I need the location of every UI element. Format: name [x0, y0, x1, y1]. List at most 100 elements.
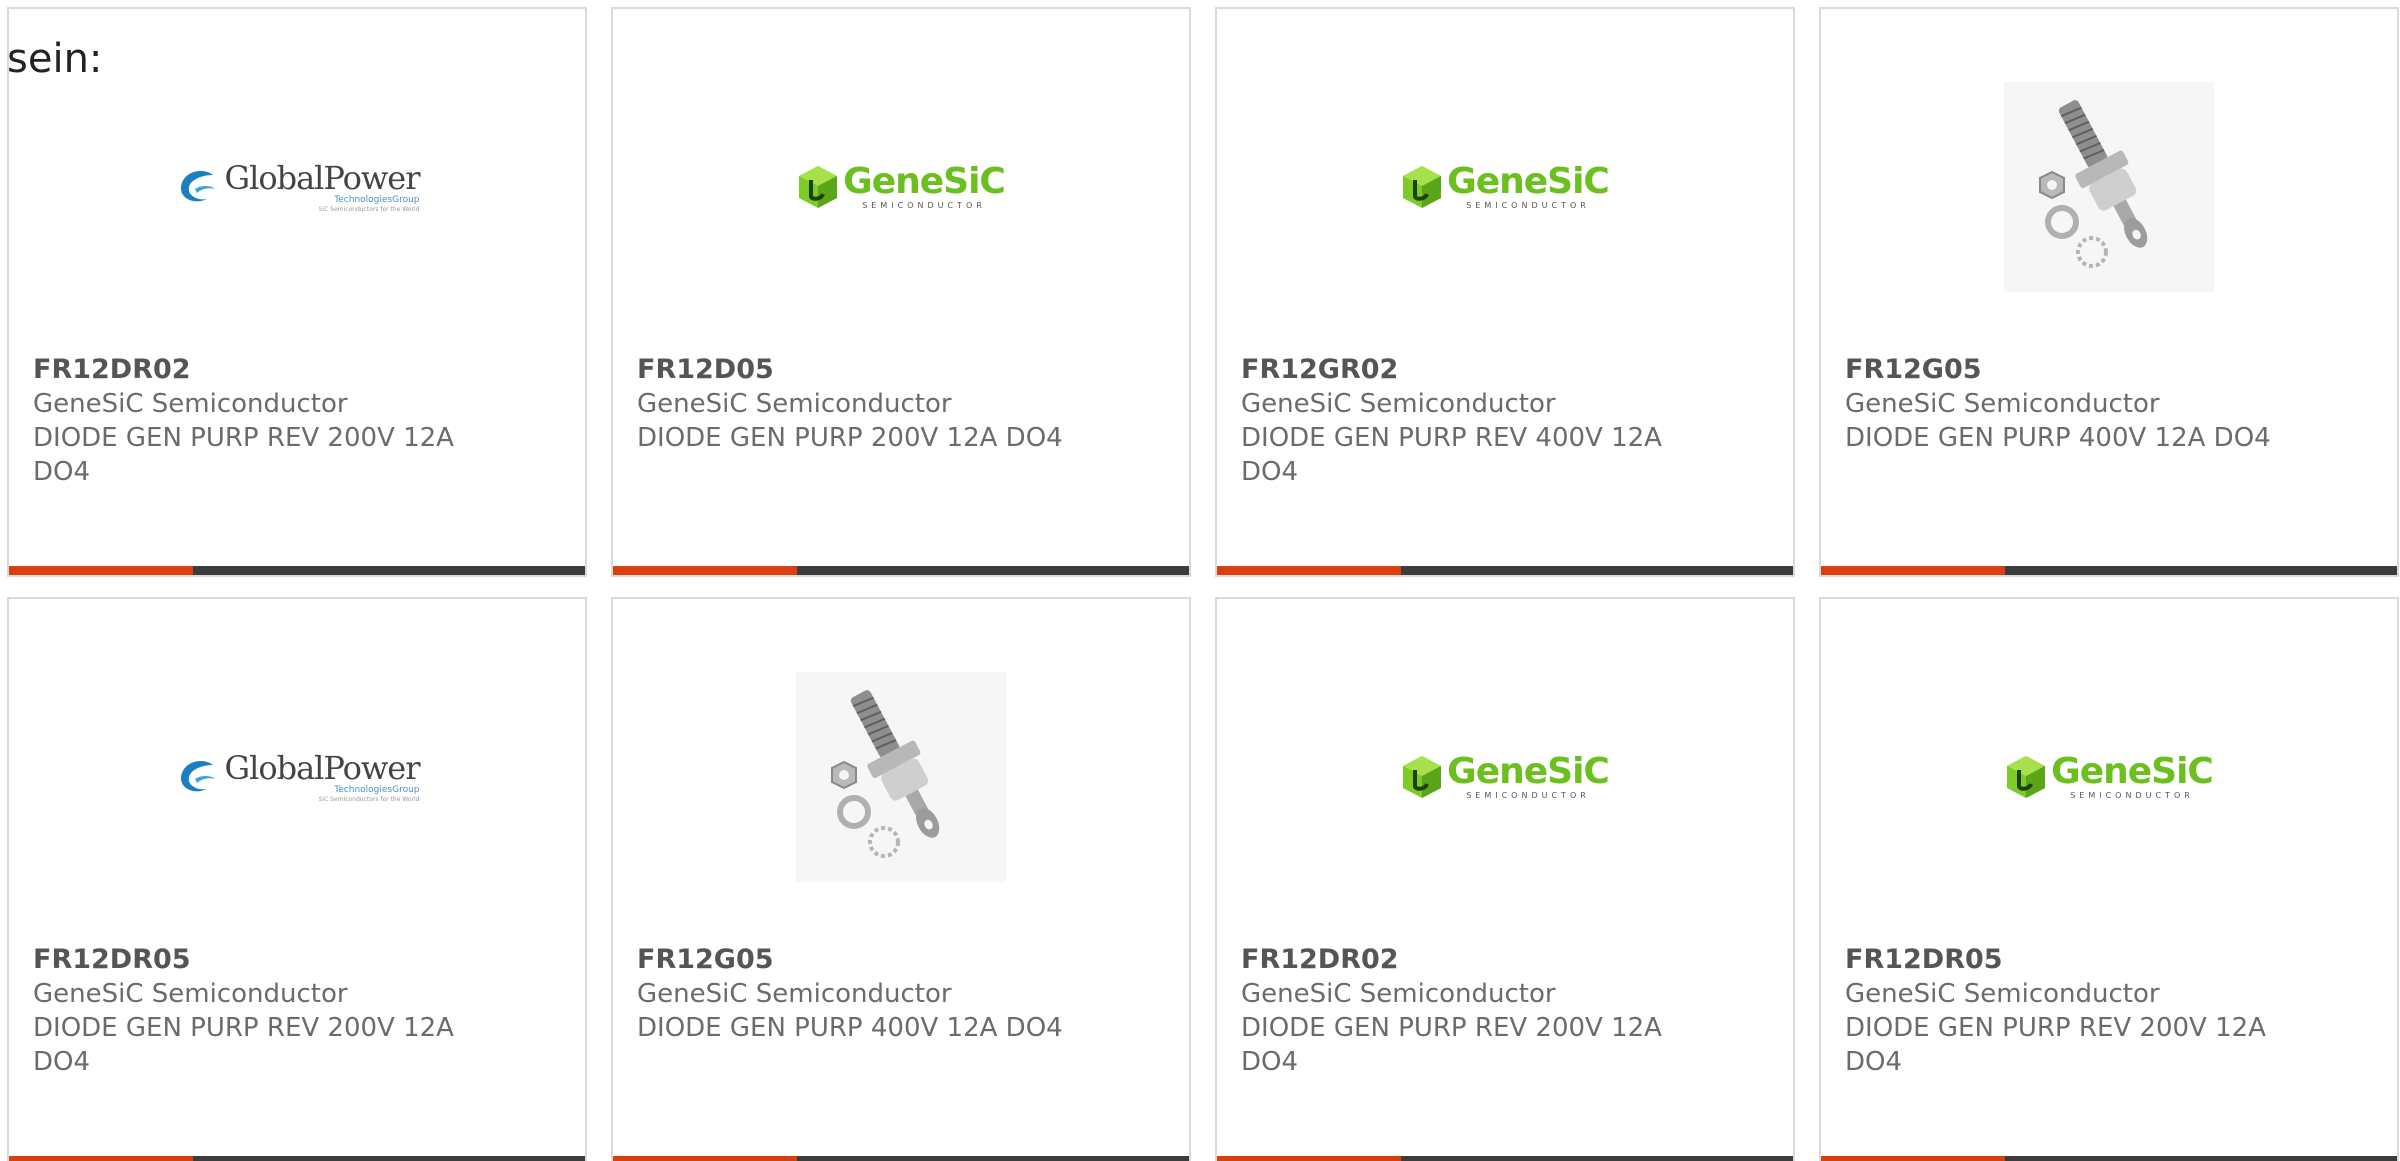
card-accent-bar [9, 566, 585, 575]
bar-accent-segment [9, 1156, 193, 1161]
product-description: DIODE GEN PURP 200V 12A DO4 [637, 423, 1063, 453]
product-info: FR12DR05 GeneSiC Semiconductor DIODE GEN… [33, 943, 493, 1079]
product-card[interactable]: FR12G05 GeneSiC Semiconductor DIODE GEN … [1819, 7, 2399, 577]
product-image[interactable]: GeneSiC SEMICONDUCTOR [1395, 667, 1615, 887]
manufacturer-name: GeneSiC Semiconductor [637, 979, 952, 1009]
bar-accent-segment [9, 566, 193, 575]
product-image[interactable] [1999, 77, 2219, 297]
part-number[interactable]: FR12DR05 [33, 943, 493, 977]
genesic-logo: GeneSiC SEMICONDUCTOR [1401, 751, 1610, 801]
logo-name: GeneSiC [1447, 161, 1610, 202]
bar-accent-segment [613, 566, 797, 575]
product-description: DIODE GEN PURP 400V 12A DO4 [637, 1013, 1063, 1043]
bar-rest-segment [1401, 566, 1793, 575]
product-info: FR12DR02 GeneSiC Semiconductor DIODE GEN… [1241, 943, 1701, 1079]
part-number[interactable]: FR12DR02 [33, 353, 493, 387]
product-description: DIODE GEN PURP REV 200V 12A DO4 [1845, 1013, 2266, 1077]
manufacturer-name: GeneSiC Semiconductor [1241, 389, 1556, 419]
card-accent-bar [613, 1156, 1189, 1161]
manufacturer-name: GeneSiC Semiconductor [33, 389, 348, 419]
intro-text: sein: [7, 36, 103, 82]
product-description: DIODE GEN PURP 400V 12A DO4 [1845, 423, 2271, 453]
globalpower-logo: GlobalPower TechnologiesGroup SiC Semico… [175, 751, 420, 804]
product-image[interactable]: GeneSiC SEMICONDUCTOR [1999, 667, 2219, 887]
logo-subtitle: TechnologiesGroup [334, 784, 420, 795]
product-card[interactable]: GeneSiC SEMICONDUCTOR FR12DR05 GeneSiC S… [1819, 597, 2399, 1161]
card-accent-bar [1217, 566, 1793, 575]
card-accent-bar [1821, 566, 2397, 575]
part-number[interactable]: FR12G05 [637, 943, 1097, 977]
logo-tagline: SiC Semiconductors for the World [318, 795, 420, 803]
manufacturer-name: GeneSiC Semiconductor [1845, 389, 2160, 419]
manufacturer-name: GeneSiC Semiconductor [637, 389, 952, 419]
product-card[interactable]: GeneSiC SEMICONDUCTOR FR12GR02 GeneSiC S… [1215, 7, 1795, 577]
diode-photo [2004, 82, 2214, 292]
logo-name: GeneSiC [1447, 751, 1610, 792]
logo-name: GeneSiC [2051, 751, 2214, 792]
card-accent-bar [1821, 1156, 2397, 1161]
globalpower-logo: GlobalPower TechnologiesGroup SiC Semico… [175, 161, 420, 214]
part-number[interactable]: FR12GR02 [1241, 353, 1701, 387]
card-accent-bar [9, 1156, 585, 1161]
manufacturer-name: GeneSiC Semiconductor [33, 979, 348, 1009]
product-info: FR12GR02 GeneSiC Semiconductor DIODE GEN… [1241, 353, 1701, 489]
genesic-cube-icon [2007, 756, 2046, 798]
bar-accent-segment [1821, 566, 2005, 575]
bar-rest-segment [797, 566, 1189, 575]
logo-subtitle: SEMICONDUCTOR [862, 201, 986, 210]
bar-rest-segment [193, 1156, 585, 1161]
logo-subtitle: SEMICONDUCTOR [1466, 791, 1590, 800]
product-card[interactable]: GeneSiC SEMICONDUCTOR FR12DR02 GeneSiC S… [1215, 597, 1795, 1161]
globalpower-swoosh-icon [180, 171, 215, 202]
page: sein: GlobalPower TechnologiesGroup SiC … [0, 0, 2400, 1161]
logo-subtitle: SEMICONDUCTOR [2070, 791, 2194, 800]
product-description: DIODE GEN PURP REV 200V 12A DO4 [1241, 1013, 1662, 1077]
bar-rest-segment [797, 1156, 1189, 1161]
product-description: DIODE GEN PURP REV 200V 12A DO4 [33, 423, 454, 487]
product-image[interactable]: GlobalPower TechnologiesGroup SiC Semico… [180, 77, 420, 297]
bar-rest-segment [1401, 1156, 1793, 1161]
product-info: FR12G05 GeneSiC Semiconductor DIODE GEN … [1845, 353, 2305, 455]
bar-accent-segment [613, 1156, 797, 1161]
bar-rest-segment [2005, 566, 2397, 575]
part-number[interactable]: FR12G05 [1845, 353, 2305, 387]
product-info: FR12DR05 GeneSiC Semiconductor DIODE GEN… [1845, 943, 2305, 1079]
genesic-logo: GeneSiC SEMICONDUCTOR [797, 161, 1006, 211]
part-number[interactable]: FR12D05 [637, 353, 1097, 387]
product-image[interactable] [791, 667, 1011, 887]
logo-name: GlobalPower [224, 158, 421, 197]
part-number[interactable]: FR12DR05 [1845, 943, 2305, 977]
bar-rest-segment [193, 566, 585, 575]
card-accent-bar [613, 566, 1189, 575]
genesic-cube-icon [1403, 166, 1442, 208]
bar-accent-segment [1217, 1156, 1401, 1161]
product-info: FR12DR02 GeneSiC Semiconductor DIODE GEN… [33, 353, 493, 489]
genesic-logo: GeneSiC SEMICONDUCTOR [2005, 751, 2214, 801]
genesic-cube-icon [1403, 756, 1442, 798]
bar-accent-segment [1821, 1156, 2005, 1161]
logo-name: GeneSiC [843, 161, 1006, 202]
product-description: DIODE GEN PURP REV 200V 12A DO4 [33, 1013, 454, 1077]
logo-subtitle: TechnologiesGroup [334, 194, 420, 205]
card-accent-bar [1217, 1156, 1793, 1161]
genesic-cube-icon [799, 166, 838, 208]
product-image[interactable]: GeneSiC SEMICONDUCTOR [791, 77, 1011, 297]
manufacturer-name: GeneSiC Semiconductor [1241, 979, 1556, 1009]
product-info: FR12D05 GeneSiC Semiconductor DIODE GEN … [637, 353, 1097, 455]
diode-photo [796, 672, 1006, 882]
product-card[interactable]: GeneSiC SEMICONDUCTOR FR12D05 GeneSiC Se… [611, 7, 1191, 577]
manufacturer-name: GeneSiC Semiconductor [1845, 979, 2160, 1009]
product-card[interactable]: GlobalPower TechnologiesGroup SiC Semico… [7, 597, 587, 1161]
genesic-logo: GeneSiC SEMICONDUCTOR [1401, 161, 1610, 211]
product-card[interactable]: GlobalPower TechnologiesGroup SiC Semico… [7, 7, 587, 577]
globalpower-swoosh-icon [180, 761, 215, 792]
bar-rest-segment [2005, 1156, 2397, 1161]
part-number[interactable]: FR12DR02 [1241, 943, 1701, 977]
product-image[interactable]: GlobalPower TechnologiesGroup SiC Semico… [180, 667, 420, 887]
product-card[interactable]: FR12G05 GeneSiC Semiconductor DIODE GEN … [611, 597, 1191, 1161]
product-grid: GlobalPower TechnologiesGroup SiC Semico… [7, 7, 2399, 1161]
product-info: FR12G05 GeneSiC Semiconductor DIODE GEN … [637, 943, 1097, 1045]
product-image[interactable]: GeneSiC SEMICONDUCTOR [1395, 77, 1615, 297]
product-description: DIODE GEN PURP REV 400V 12A DO4 [1241, 423, 1662, 487]
logo-subtitle: SEMICONDUCTOR [1466, 201, 1590, 210]
